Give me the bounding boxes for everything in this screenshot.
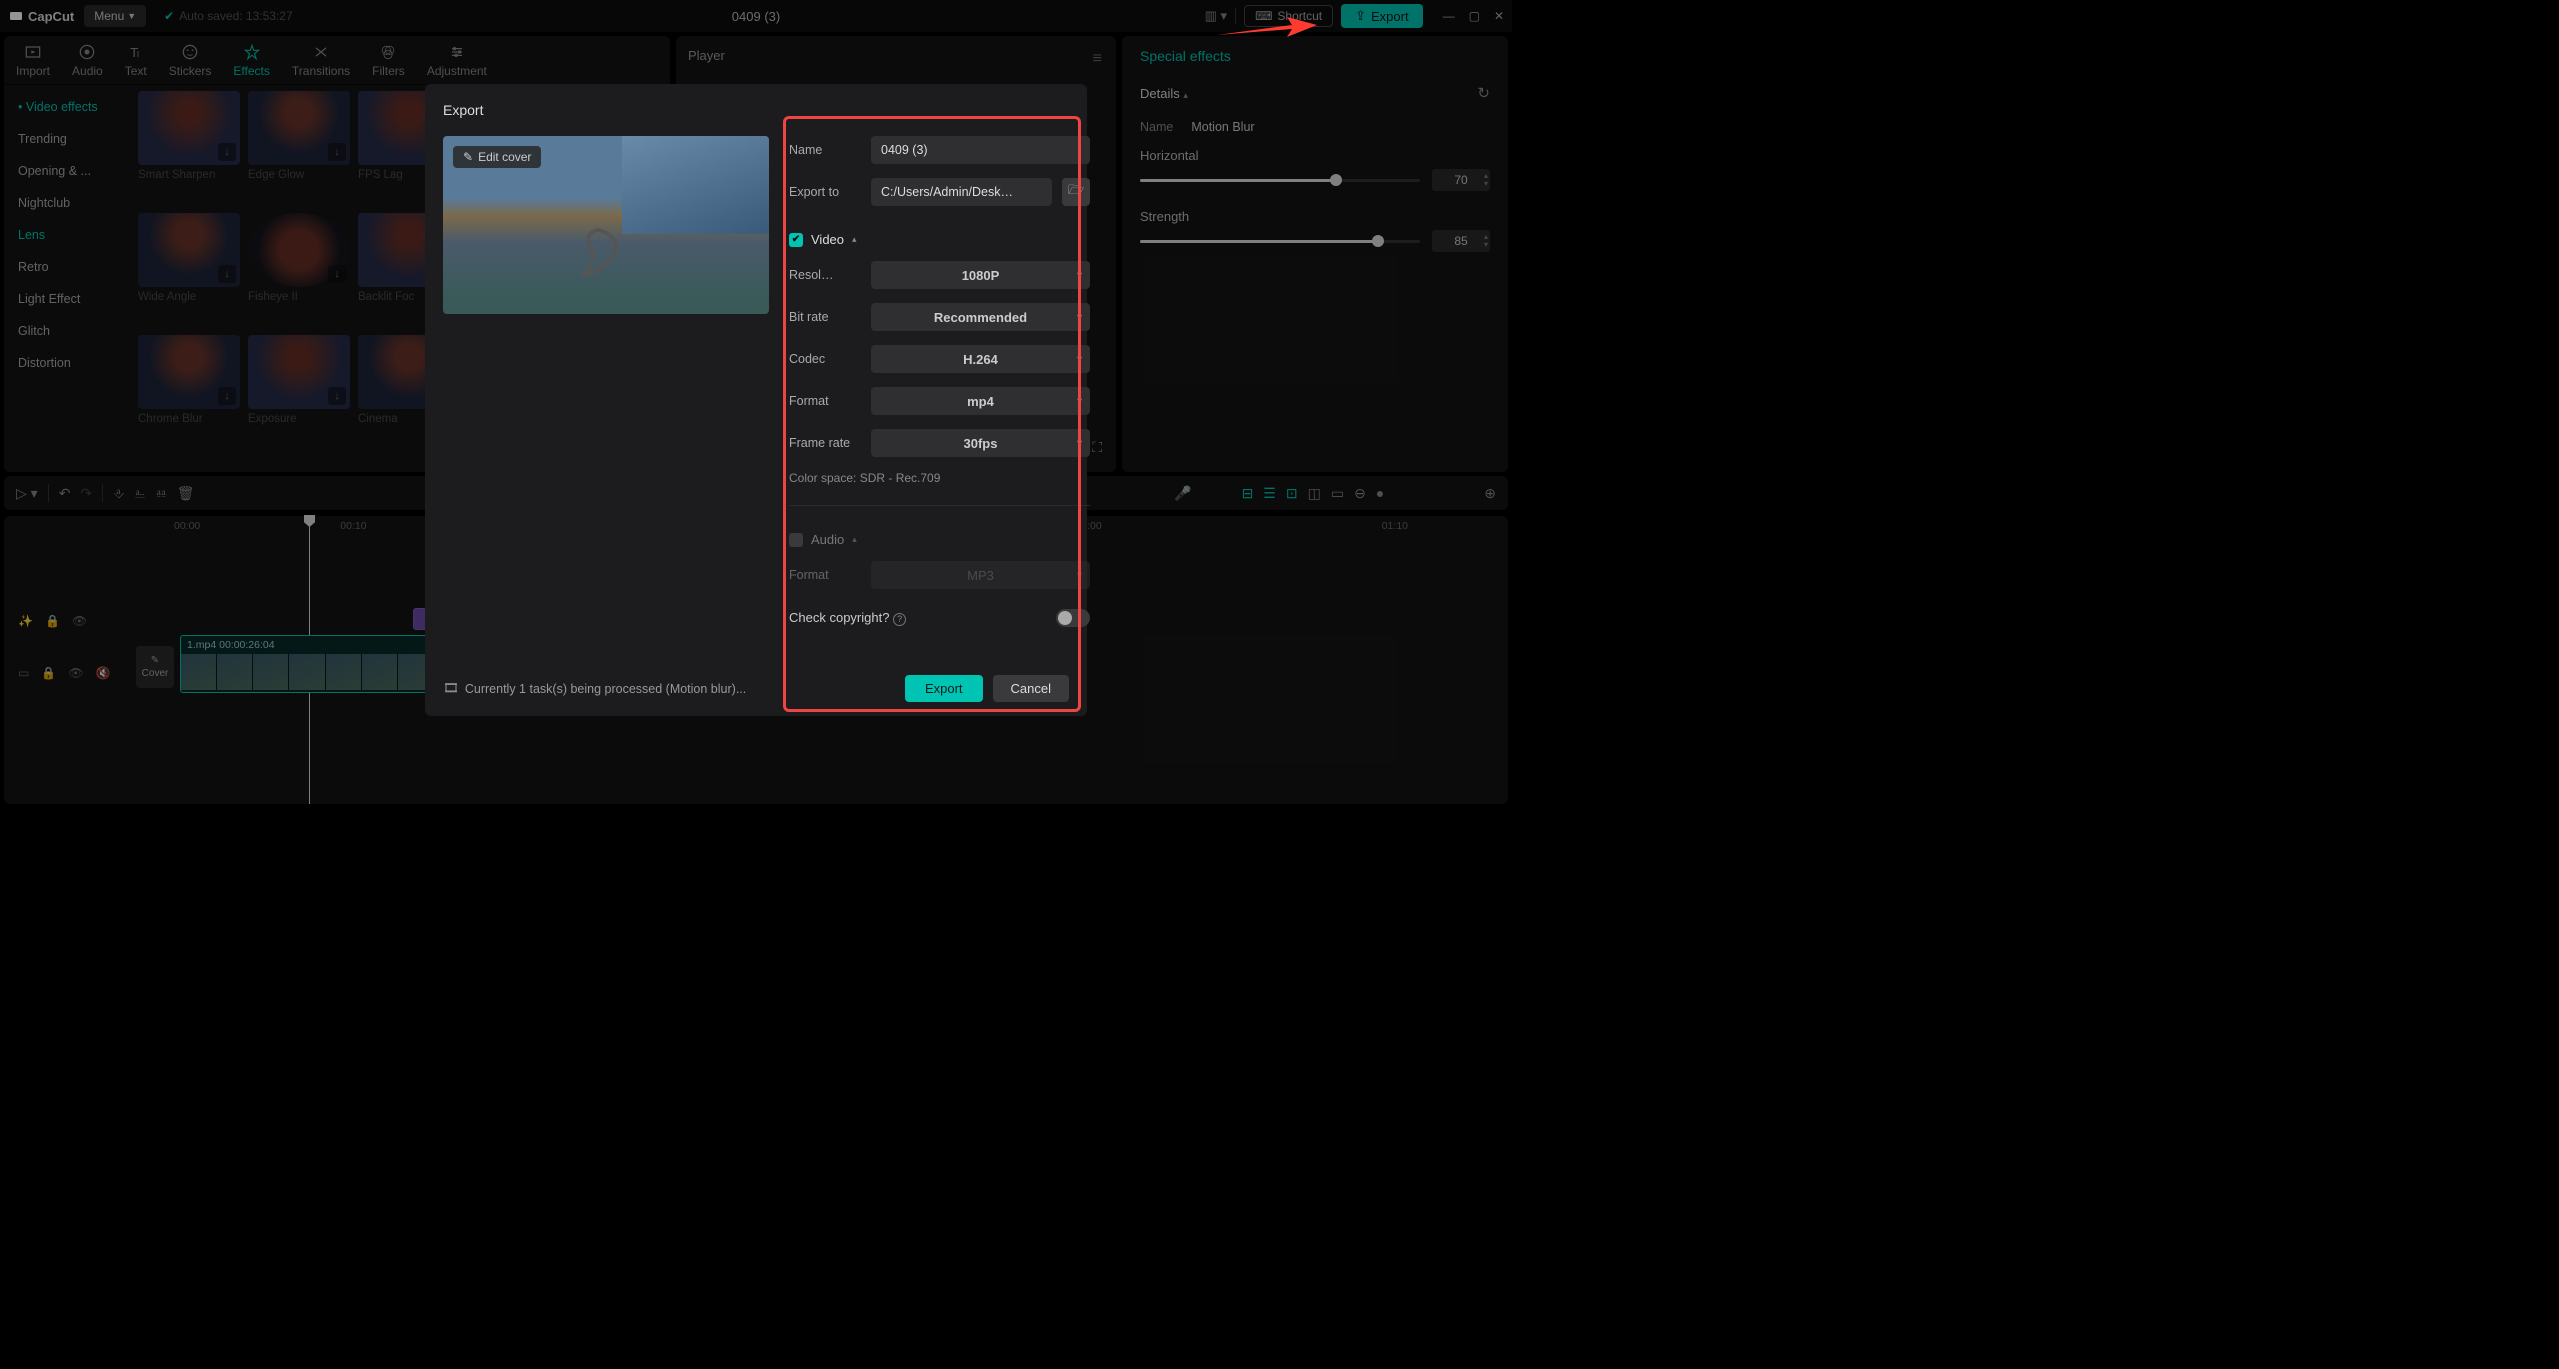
video-checkbox[interactable]: ✔ (789, 233, 803, 247)
copyright-label: Check copyright? ? (789, 610, 906, 626)
framerate-dropdown[interactable]: 30fps▾ (871, 429, 1090, 457)
bitrate-dropdown[interactable]: Recommended▾ (871, 303, 1090, 331)
format-label: Format (789, 394, 861, 408)
export-confirm-button[interactable]: Export (905, 675, 983, 702)
pencil-icon: ✎ (463, 150, 473, 164)
codec-label: Codec (789, 352, 861, 366)
audio-format-dropdown: MP3▾ (871, 561, 1090, 589)
audio-section-header[interactable]: Audio ▴ (789, 532, 1090, 547)
task-status: 🎞 Currently 1 task(s) being processed (M… (443, 681, 746, 696)
resolution-dropdown[interactable]: 1080P▾ (871, 261, 1090, 289)
video-section-header[interactable]: ✔ Video ▴ (789, 232, 1090, 247)
film-icon: 🎞 (443, 681, 459, 696)
export-path-input[interactable] (871, 178, 1052, 206)
browse-folder-button[interactable]: 🗁 (1062, 178, 1090, 206)
export-to-label: Export to (789, 185, 861, 199)
export-name-input[interactable] (871, 136, 1090, 164)
framerate-label: Frame rate (789, 436, 861, 450)
color-space-label: Color space: SDR - Rec.709 (789, 471, 1090, 485)
name-label: Name (789, 143, 861, 157)
export-modal: Export ✎ Edit cover Name Export to 🗁 (425, 84, 1087, 716)
export-modal-title: Export (443, 102, 1069, 118)
resolution-label: Resol… (789, 268, 861, 282)
copyright-toggle[interactable] (1056, 609, 1090, 627)
bitrate-label: Bit rate (789, 310, 861, 324)
folder-icon: 🗁 (1068, 181, 1084, 203)
edit-cover-button[interactable]: ✎ Edit cover (453, 146, 541, 168)
audio-checkbox[interactable] (789, 533, 803, 547)
export-preview: ✎ Edit cover (443, 136, 769, 314)
help-icon[interactable]: ? (893, 613, 906, 626)
codec-dropdown[interactable]: H.264▾ (871, 345, 1090, 373)
audio-format-label: Format (789, 568, 861, 582)
format-dropdown[interactable]: mp4▾ (871, 387, 1090, 415)
cancel-button[interactable]: Cancel (993, 675, 1069, 702)
